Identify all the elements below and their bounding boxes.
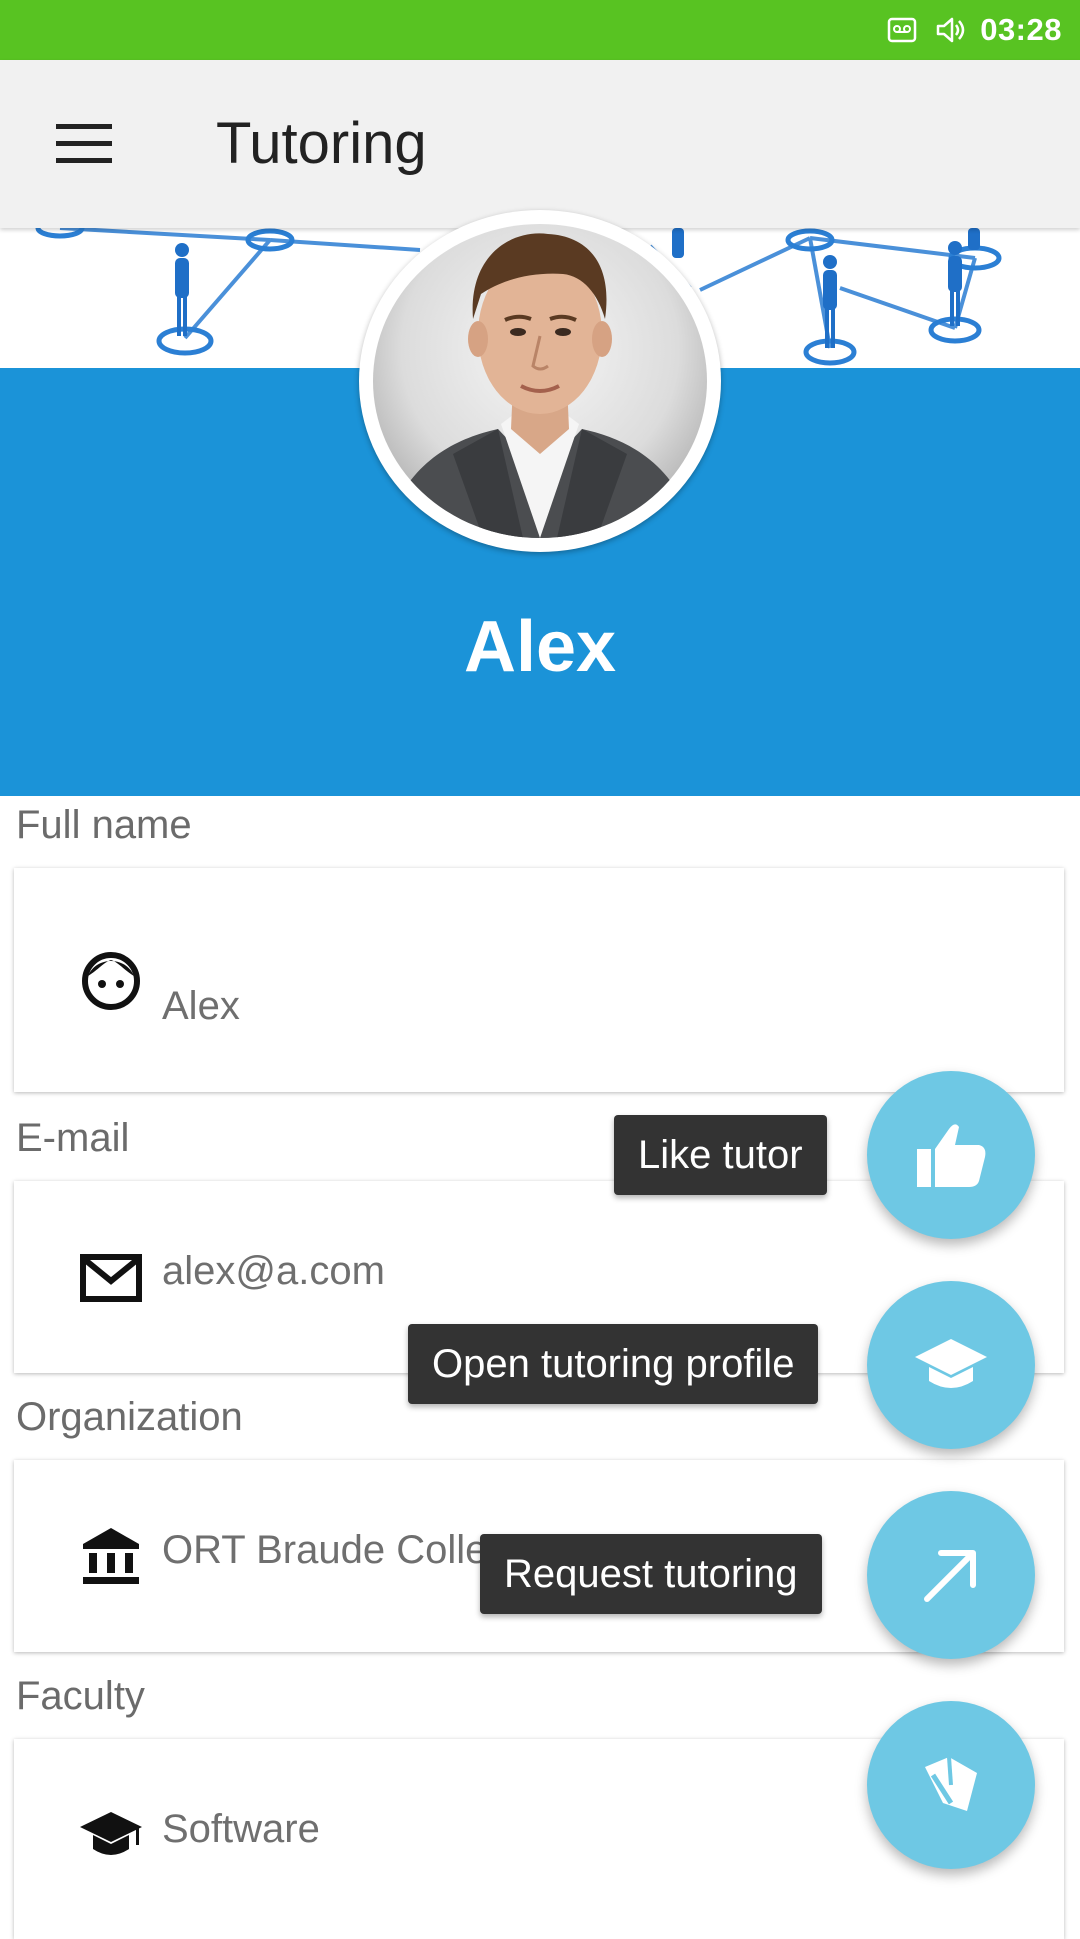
face-icon <box>82 952 140 1010</box>
main-fab-button[interactable] <box>867 1701 1035 1869</box>
like-tutor-button[interactable] <box>867 1071 1035 1239</box>
hamburger-menu-icon[interactable] <box>44 114 124 174</box>
mail-icon <box>80 1254 142 1302</box>
open-tutoring-profile-label[interactable]: Open tutoring profile <box>408 1324 819 1404</box>
full-name-label: Full name <box>16 803 192 847</box>
status-bar: 03:28 <box>0 0 1080 60</box>
open-tutoring-profile-button[interactable] <box>867 1281 1035 1449</box>
profile-name: Alex <box>463 607 617 687</box>
app-bar: Tutoring <box>0 60 1080 228</box>
profile-photo <box>373 224 707 538</box>
like-tutor-label[interactable]: Like tutor <box>614 1115 827 1195</box>
thumbs-up-icon <box>917 1124 986 1187</box>
full-name-value: Alex <box>162 984 240 1028</box>
organization-label: Organization <box>16 1395 243 1439</box>
avatar <box>359 210 721 552</box>
organization-value: ORT Braude College <box>162 1528 532 1572</box>
page-title: Tutoring <box>216 111 427 176</box>
full-name-field[interactable]: Alex <box>14 868 1064 1092</box>
faculty-value: Software <box>162 1807 320 1851</box>
volume-icon <box>936 17 965 43</box>
request-tutoring-button[interactable] <box>867 1491 1035 1659</box>
faculty-label: Faculty <box>16 1674 145 1718</box>
voicemail-icon <box>887 17 917 43</box>
request-tutoring-label[interactable]: Request tutoring <box>480 1534 822 1614</box>
arrow-up-right-icon <box>924 1550 976 1602</box>
email-label: E-mail <box>16 1116 130 1160</box>
graduation-cap-icon <box>80 1812 142 1855</box>
book-open-icon <box>925 1756 977 1811</box>
institution-icon <box>83 1528 139 1584</box>
status-time: 03:28 <box>980 12 1062 47</box>
email-value: alex@a.com <box>162 1249 385 1293</box>
school-icon <box>915 1339 987 1388</box>
